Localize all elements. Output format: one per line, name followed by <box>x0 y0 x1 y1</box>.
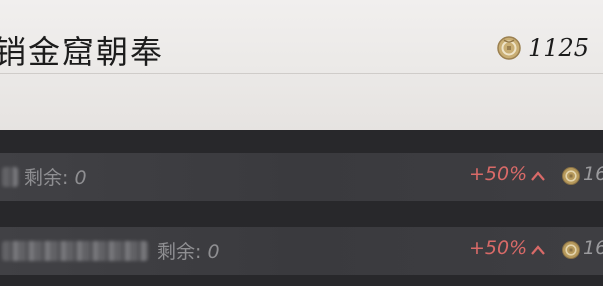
remaining-value: 0 <box>74 167 87 189</box>
coin-icon <box>562 167 580 185</box>
remaining-count: 剩余: 0 <box>24 163 87 190</box>
bonus-percent: +50% <box>469 163 528 185</box>
remaining-separator: : <box>195 241 202 263</box>
coin-icon <box>562 241 580 259</box>
blurred-item-name <box>2 241 148 261</box>
list-item[interactable]: 剩余: 0 +50% 16 <box>0 227 603 275</box>
remaining-label: 剩余 <box>24 167 63 189</box>
currency-amount: 1125 <box>528 34 590 62</box>
list-item[interactable]: 剩余: 0 +50% 16 <box>0 153 603 201</box>
remaining-separator: : <box>62 167 69 189</box>
blurred-item-name <box>2 167 18 187</box>
coin-icon <box>497 36 521 60</box>
item-price: 16 <box>583 237 603 259</box>
bonus-percent: +50% <box>469 237 528 259</box>
remaining-label: 剩余 <box>157 241 196 263</box>
chevron-up-icon <box>531 245 545 255</box>
chevron-up-icon <box>531 171 545 181</box>
item-price: 16 <box>583 163 603 185</box>
header-divider <box>0 73 603 74</box>
remaining-value: 0 <box>207 241 220 263</box>
item-list: 剩余: 0 +50% 16 剩余: 0 +50% 16 <box>0 130 603 286</box>
shop-header: 销金窟朝奉 1125 <box>0 0 603 130</box>
shop-title: 销金窟朝奉 <box>0 33 165 71</box>
remaining-count: 剩余: 0 <box>157 237 220 264</box>
currency-display: 1125 <box>496 34 589 62</box>
